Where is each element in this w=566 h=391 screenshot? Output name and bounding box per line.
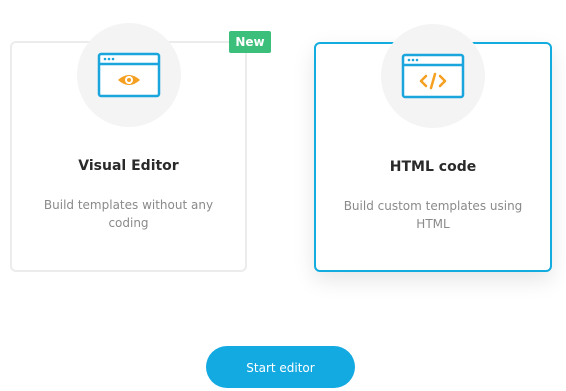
visual-editor-card[interactable]: Visual Editor Build templates without an… [10, 23, 247, 272]
visual-editor-eye-icon [97, 52, 160, 98]
visual-editor-description: Build templates without any coding [43, 198, 214, 230]
html-code-icon-circle [381, 24, 485, 128]
start-editor-button[interactable]: Start editor [206, 346, 355, 388]
visual-editor-title: Visual Editor [78, 158, 179, 174]
editor-picker: Visual Editor Build templates without an… [0, 0, 566, 391]
new-badge: New [229, 31, 271, 53]
visual-editor-icon-circle [76, 23, 181, 127]
html-code-card[interactable]: HTML code Build custom templates using H… [314, 24, 552, 272]
html-code-description: Build custom templates using HTML [343, 199, 523, 231]
html-code-icon [401, 53, 465, 99]
html-code-title: HTML code [389, 159, 477, 175]
